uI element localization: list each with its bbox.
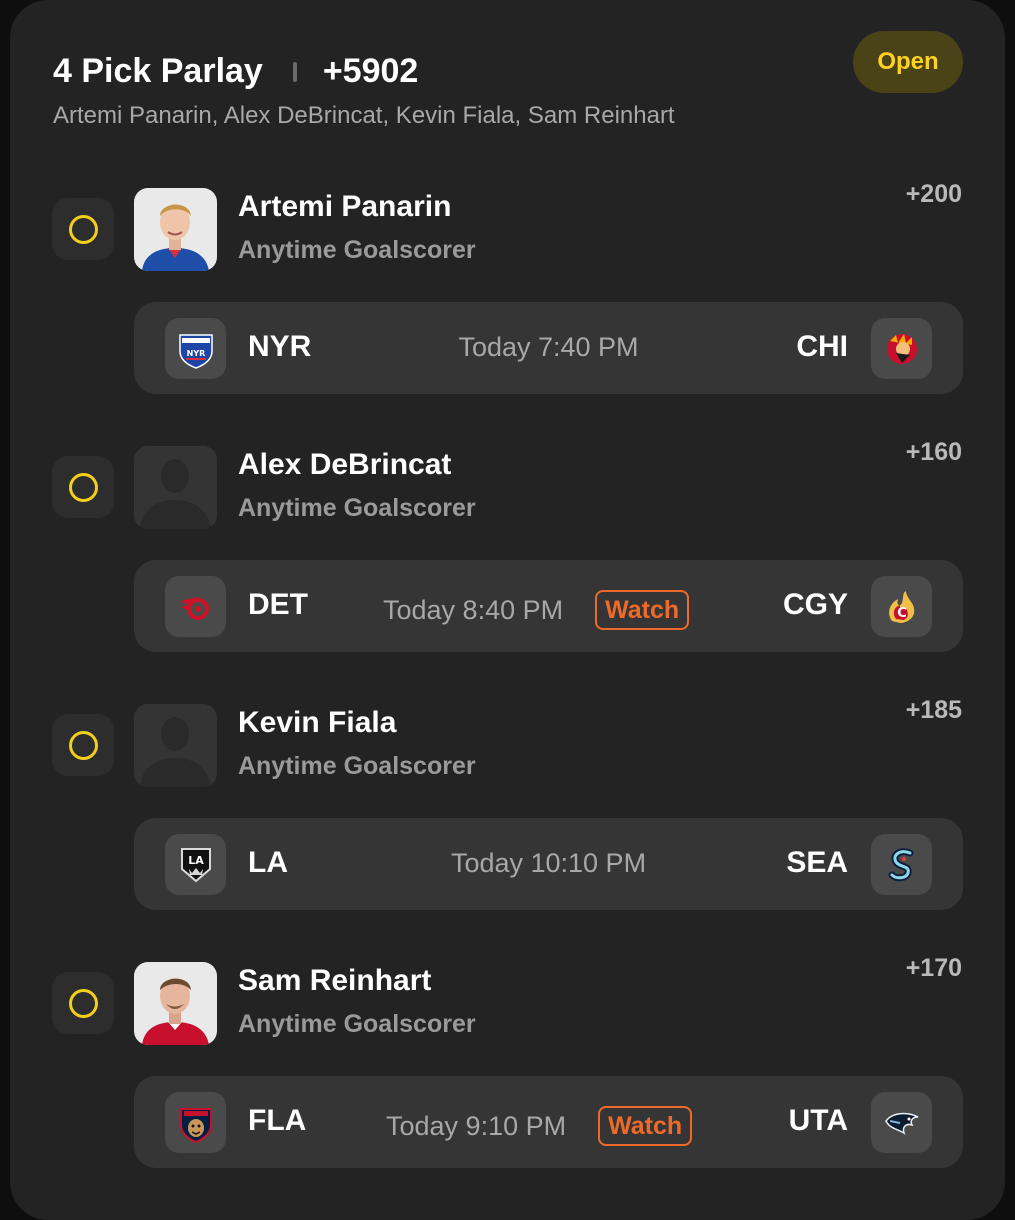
game-time: Today 9:10 PM	[386, 1110, 567, 1141]
leg-fiala[interactable]: Kevin Fiala Anytime Goalscorer +185 LA L…	[0, 696, 1015, 944]
leg-debrincat[interactable]: Alex DeBrincat Anytime Goalscorer +160 D…	[0, 438, 1015, 686]
leg-reinhart[interactable]: Sam Reinhart Anytime Goalscorer +170 FLA…	[0, 954, 1015, 1202]
pending-circle-icon	[68, 730, 98, 760]
game-time-group: Today 8:40 PM Watch	[383, 590, 690, 630]
market-label: Anytime Goalscorer	[238, 1010, 476, 1038]
svg-text:C: C	[897, 606, 907, 621]
game-time: Today 8:40 PM	[383, 594, 564, 625]
player-avatar-placeholder	[134, 704, 217, 787]
leg-status-indicator	[52, 456, 114, 518]
away-team: SEA	[786, 846, 848, 879]
parlay-title: 4 Pick Parlay	[53, 52, 263, 90]
status-badge: Open	[853, 31, 963, 93]
leg-status-indicator	[52, 972, 114, 1034]
leg-status-indicator	[52, 714, 114, 776]
pending-circle-icon	[68, 214, 98, 244]
player-name: Sam Reinhart	[238, 964, 432, 997]
market-label: Anytime Goalscorer	[238, 752, 476, 780]
watch-button[interactable]: Watch	[598, 1106, 693, 1146]
blackhawks-logo-icon	[871, 318, 932, 379]
player-avatar-placeholder	[134, 446, 217, 529]
home-team: DET	[248, 588, 308, 621]
leg-odds: +185	[905, 696, 962, 724]
utah-logo-icon	[871, 1092, 932, 1153]
header-divider	[292, 61, 297, 82]
player-name: Kevin Fiala	[238, 706, 397, 739]
player-avatar	[134, 188, 217, 271]
game-bar[interactable]: NYR NYR Today 7:40 PM CHI	[134, 302, 963, 394]
leg-panarin[interactable]: Artemi Panarin Anytime Goalscorer +200 N…	[0, 180, 1015, 428]
away-team: CHI	[796, 330, 848, 363]
parlay-players-summary: Artemi Panarin, Alex DeBrincat, Kevin Fi…	[53, 102, 675, 129]
game-bar[interactable]: LA LA Today 10:10 PM SEA	[134, 818, 963, 910]
away-team: UTA	[788, 1104, 848, 1137]
player-avatar	[134, 962, 217, 1045]
game-bar[interactable]: DET Today 8:40 PM Watch CGY C	[134, 560, 963, 652]
market-label: Anytime Goalscorer	[238, 236, 476, 264]
game-time-group: Today 9:10 PM Watch	[386, 1106, 693, 1146]
game-bar[interactable]: FLA Today 9:10 PM Watch UTA	[134, 1076, 963, 1168]
away-team: CGY	[782, 588, 848, 621]
pending-circle-icon	[68, 988, 98, 1018]
market-label: Anytime Goalscorer	[238, 494, 476, 522]
watch-button[interactable]: Watch	[595, 590, 690, 630]
parlay-header: 4 Pick Parlay +5902	[53, 52, 418, 91]
pending-circle-icon	[68, 472, 98, 502]
leg-odds: +160	[905, 438, 962, 466]
player-name: Alex DeBrincat	[238, 448, 452, 481]
panthers-logo-icon	[165, 1092, 226, 1153]
parlay-odds: +5902	[322, 52, 419, 90]
kraken-logo-icon	[871, 834, 932, 895]
red-wings-logo-icon	[165, 576, 226, 637]
flames-logo-icon: C	[871, 576, 932, 637]
leg-odds: +170	[905, 954, 962, 982]
leg-odds: +200	[905, 180, 962, 208]
home-team: FLA	[248, 1104, 307, 1137]
leg-status-indicator	[52, 198, 114, 260]
player-name: Artemi Panarin	[238, 190, 452, 223]
